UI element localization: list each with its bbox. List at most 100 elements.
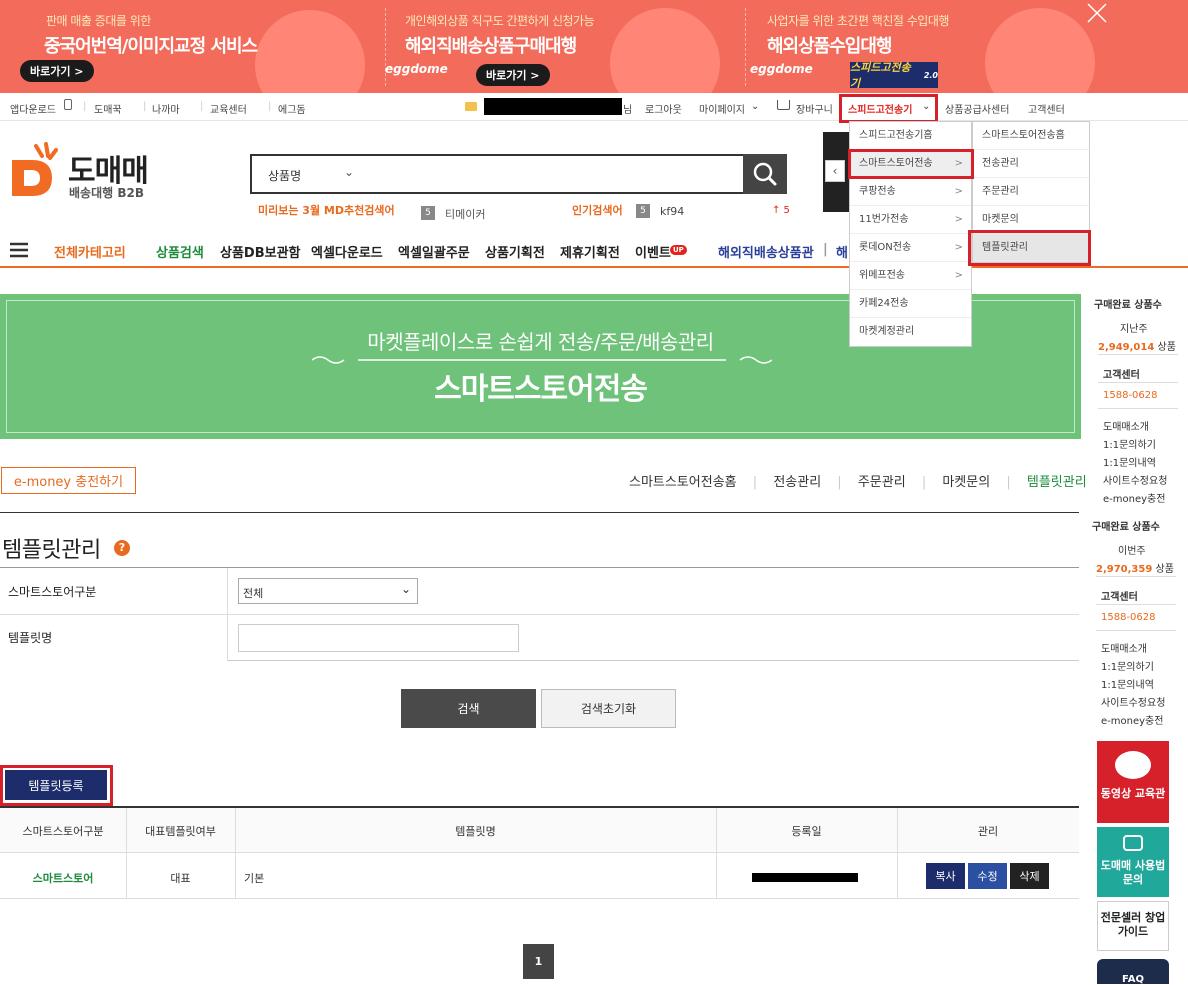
link-nakama[interactable]: 나까마 bbox=[152, 101, 180, 116]
all-categories-link[interactable]: 전체카테고리 bbox=[54, 242, 126, 261]
delete-button[interactable]: 삭제 bbox=[1010, 863, 1049, 889]
search-button[interactable] bbox=[743, 154, 787, 194]
menu2-item[interactable]: 전송관리 bbox=[973, 150, 1089, 178]
cs-title: 고객센터 bbox=[1103, 370, 1140, 381]
usage-inquiry-promo[interactable]: 도매매 사용법문의 bbox=[1097, 827, 1169, 897]
menu2-item[interactable]: 주문관리 bbox=[973, 178, 1089, 206]
redacted-date bbox=[752, 873, 858, 882]
mail-icon[interactable] bbox=[465, 102, 477, 111]
sidebar-link-inquiry-history[interactable]: 1:1문의내역 bbox=[1101, 676, 1154, 691]
banner-subtitle: 사업자를 위한 초간편 핵친절 수입대행 bbox=[767, 14, 949, 28]
template-name-label: 템플릿명 bbox=[8, 631, 53, 645]
logout-link[interactable]: 로그아웃 bbox=[645, 101, 682, 116]
video-edu-promo[interactable]: 동영상 교육관 bbox=[1097, 741, 1169, 823]
menu1-item[interactable]: 스피드고전송기홈 bbox=[850, 122, 971, 150]
menu1-item[interactable]: 쿠팡전송 > bbox=[850, 178, 971, 206]
popular-keyword[interactable]: kf94 bbox=[660, 205, 684, 218]
divider: | bbox=[921, 475, 927, 490]
highlight-box bbox=[968, 230, 1091, 266]
nav-exhibition[interactable]: 상품기획전 bbox=[485, 242, 545, 261]
divider bbox=[235, 808, 236, 899]
nav-product-search[interactable]: 상품검색 bbox=[156, 242, 204, 261]
link-edu-center[interactable]: 교육센터 bbox=[210, 101, 247, 116]
sidebar-link-intro[interactable]: 도매매소개 bbox=[1101, 640, 1147, 655]
row-template-name[interactable]: 기본 bbox=[244, 870, 264, 886]
menu1-item[interactable]: 위메프전송 > bbox=[850, 262, 971, 290]
sidebar-link-site-request[interactable]: 사이트수정요청 bbox=[1101, 694, 1165, 709]
search-icon bbox=[753, 162, 777, 186]
copy-button[interactable]: 복사 bbox=[926, 863, 965, 889]
sidebar-link-emoney[interactable]: e-money충전 bbox=[1103, 490, 1165, 505]
banner-goto-button[interactable]: 바로가기 > bbox=[476, 64, 550, 86]
nav-product-db[interactable]: 상품DB보관함 bbox=[220, 242, 301, 261]
top-ad-banner[interactable]: 판매 매출 증대를 위한 중국어번역/이미지교정 서비스 바로가기 > 개인해외… bbox=[0, 0, 1188, 93]
rank-badge: 5 bbox=[421, 206, 435, 220]
sidebar-link-inquiry[interactable]: 1:1문의하기 bbox=[1103, 436, 1156, 451]
sidebar-link-site-request[interactable]: 사이트수정요청 bbox=[1103, 472, 1167, 487]
sidebar-link-inquiry[interactable]: 1:1문의하기 bbox=[1101, 658, 1154, 673]
subnav: 스마트스토어전송홈 | 전송관리 | 주문관리 | 마켓문의 | 템플릿관리 bbox=[629, 471, 1087, 490]
banner-goto-button[interactable]: 바로가기 > bbox=[20, 60, 94, 82]
subnav-inquiry[interactable]: 마켓문의 bbox=[942, 475, 990, 490]
page-number-current[interactable]: 1 bbox=[523, 944, 554, 979]
link-eggdome[interactable]: 에그돔 bbox=[278, 101, 306, 116]
link-domeggook[interactable]: 도매꾹 bbox=[94, 101, 122, 116]
domeme-logo-icon[interactable] bbox=[8, 142, 60, 198]
nav-overseas-truncated[interactable]: 해 bbox=[836, 242, 848, 261]
banner-title: 중국어번역/이미지교정 서비스 bbox=[44, 36, 258, 57]
search-type-select[interactable]: 상품명 bbox=[268, 167, 301, 184]
eggdome-logo: eggdome bbox=[750, 62, 813, 76]
store-type-select[interactable]: 전체 ⌄ bbox=[238, 578, 418, 604]
support-link[interactable]: 고객센터 bbox=[1028, 101, 1065, 116]
emoney-charge-button[interactable]: e-money 충전하기 bbox=[1, 467, 136, 494]
divider bbox=[1096, 630, 1176, 631]
rank-change: ↑ 5 bbox=[772, 205, 790, 216]
reset-search-button[interactable]: 검색초기화 bbox=[541, 689, 676, 728]
period-label: 지난주 bbox=[1120, 324, 1148, 335]
subnav-home[interactable]: 스마트스토어전송홈 bbox=[629, 475, 737, 490]
nav-overseas[interactable]: 해외직배송상품관 bbox=[718, 242, 814, 261]
menu1-item[interactable]: 마켓계정관리 bbox=[850, 318, 971, 346]
nav-excel-download[interactable]: 엑셀다운로드 bbox=[311, 242, 383, 261]
app-download-link[interactable]: 앱다운로드 bbox=[10, 101, 56, 116]
subnav-template[interactable]: 템플릿관리 bbox=[1027, 475, 1087, 490]
column-header: 관리 bbox=[977, 825, 999, 838]
divider: | bbox=[268, 101, 272, 112]
banner-title: 해외직배송상품구매대행 bbox=[405, 36, 577, 57]
menu2-item[interactable]: 스마트스토어전송홈 bbox=[973, 122, 1089, 150]
hamburger-icon[interactable] bbox=[10, 242, 28, 258]
search-button[interactable]: 검색 bbox=[401, 689, 536, 728]
row-store[interactable]: 스마트스토어 bbox=[0, 870, 126, 886]
close-icon[interactable] bbox=[1086, 2, 1108, 24]
nav-excel-order[interactable]: 엑셀일괄주문 bbox=[398, 242, 470, 261]
search-form: 스마트스토어구분 전체 ⌄ 템플릿명 bbox=[0, 567, 1079, 661]
sidebar-link-intro[interactable]: 도매매소개 bbox=[1103, 418, 1149, 433]
menu1-item[interactable]: 카페24전송 bbox=[850, 290, 971, 318]
sidebar-link-inquiry-history[interactable]: 1:1문의내역 bbox=[1103, 454, 1156, 469]
md-keyword[interactable]: 티메이커 bbox=[445, 206, 485, 222]
nav-event[interactable]: 이벤트 bbox=[635, 242, 671, 261]
sidebar-link-emoney[interactable]: e-money충전 bbox=[1101, 712, 1163, 727]
chevron-left-icon[interactable]: ‹ bbox=[825, 160, 845, 182]
chevron-down-icon[interactable]: ⌄ bbox=[344, 165, 354, 179]
purchase-count: 2,949,014 상품 bbox=[1098, 342, 1176, 353]
menu1-item[interactable]: 11번가전송 > bbox=[850, 206, 971, 234]
subnav-order[interactable]: 주문관리 bbox=[858, 475, 906, 490]
nav-partner-exhibition[interactable]: 제휴기획전 bbox=[560, 242, 620, 261]
md-keywords-label: 미리보는 3월 MD추천검색어 bbox=[258, 204, 395, 217]
chevron-down-icon: ⌄ bbox=[400, 582, 411, 596]
cart-link[interactable]: 장바구니 bbox=[796, 101, 833, 116]
supplier-center-link[interactable]: 상품공급사센터 bbox=[945, 101, 1009, 116]
faq-promo[interactable]: FAQ bbox=[1097, 959, 1169, 985]
seller-guide-promo[interactable]: 전문셀러 창업가이드 bbox=[1097, 901, 1169, 951]
page-title: 템플릿관리 bbox=[2, 538, 101, 563]
menu1-item[interactable]: 롯데ON전송 > bbox=[850, 234, 971, 262]
subnav-send[interactable]: 전송관리 bbox=[773, 475, 821, 490]
eggdome-logo: eggdome bbox=[385, 62, 448, 76]
edit-button[interactable]: 수정 bbox=[968, 863, 1007, 889]
divider: | bbox=[83, 101, 87, 112]
help-icon[interactable]: ? bbox=[114, 540, 130, 556]
speedgo-badge[interactable]: 스피드고전송기 2.0 bbox=[850, 61, 938, 90]
template-name-input[interactable] bbox=[238, 624, 519, 652]
mypage-link[interactable]: 마이페이지 bbox=[699, 101, 745, 116]
